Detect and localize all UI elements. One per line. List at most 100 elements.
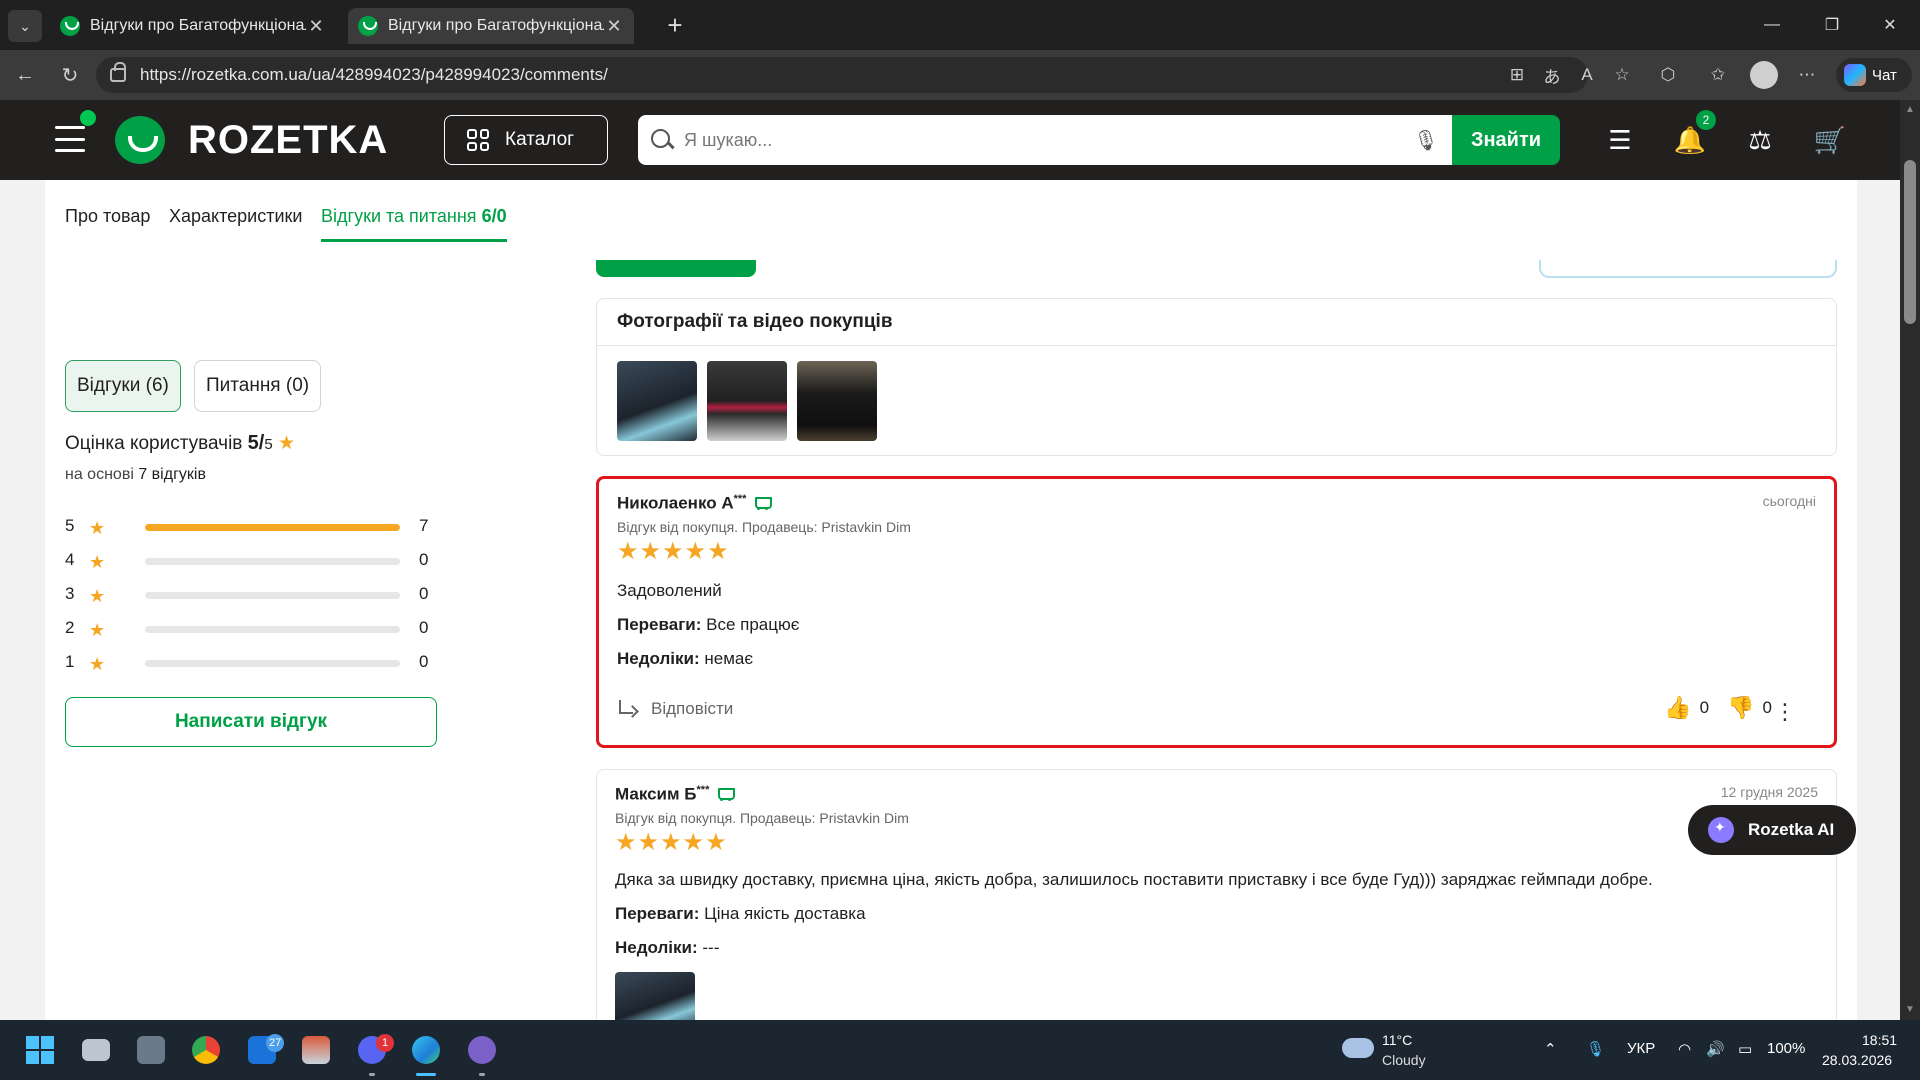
browser-tab-active[interactable]: Відгуки про Багатофункціональна ✕ xyxy=(348,8,634,44)
search-input[interactable] xyxy=(684,117,1406,163)
read-aloud-icon[interactable]: A xyxy=(1574,62,1600,88)
close-tab-icon[interactable]: ✕ xyxy=(306,16,326,37)
chrome-icon[interactable] xyxy=(186,1030,226,1070)
customer-photo[interactable] xyxy=(707,361,787,441)
battery-icon[interactable]: ▭ xyxy=(1738,1040,1752,1058)
scroll-up-icon[interactable]: ▲ xyxy=(1904,104,1916,115)
reply-button[interactable]: Відповісти xyxy=(617,699,733,719)
rating-bar-fill xyxy=(145,524,400,531)
tab-list-button[interactable]: ⌄ xyxy=(8,10,42,42)
thumbs-down-icon[interactable]: 👎 xyxy=(1727,695,1754,721)
back-icon[interactable]: ← xyxy=(10,61,40,89)
translate-icon[interactable]: あ xyxy=(1539,62,1565,88)
rating-max: 5 xyxy=(264,436,273,453)
calculator-icon[interactable] xyxy=(131,1030,171,1070)
compare-scales-icon[interactable]: ⚖ xyxy=(1742,122,1778,158)
scroll-down-icon[interactable]: ▼ xyxy=(1904,1004,1916,1015)
rating-count: 0 xyxy=(419,550,429,569)
windows-start-icon[interactable] xyxy=(20,1030,60,1070)
minimize-icon[interactable]: — xyxy=(1752,10,1792,40)
review-text: Задоволений xyxy=(617,581,722,600)
rating-basis: на основі 7 відгуків xyxy=(65,466,206,484)
customer-photo[interactable] xyxy=(797,361,877,441)
based-on-count: 7 відгуків xyxy=(138,466,206,483)
viber-icon[interactable] xyxy=(462,1030,502,1070)
more-options-icon[interactable]: ⋯ xyxy=(1794,62,1820,88)
favorite-star-icon[interactable]: ☆ xyxy=(1609,62,1635,88)
wifi-icon[interactable]: ◠ xyxy=(1678,1040,1691,1058)
tab-title: Відгуки про Багатофункціональна xyxy=(388,17,604,34)
review-date: сьогодні xyxy=(1762,493,1816,509)
microphone-icon[interactable]: 🎙 xyxy=(1406,117,1446,163)
new-tab-button[interactable]: + xyxy=(660,10,690,40)
write-review-button[interactable]: Написати відгук xyxy=(65,697,437,747)
microphone-tray-icon[interactable]: 🎙 xyxy=(1586,1040,1605,1058)
browser-tab[interactable]: Відгуки про Багатофункціональна ✕ xyxy=(50,8,336,44)
app-available-icon[interactable]: ⊞ xyxy=(1504,62,1530,88)
review-date: 12 грудня 2025 xyxy=(1720,784,1818,800)
copilot-chat-button[interactable]: Чат xyxy=(1836,58,1912,92)
scrollbar-thumb[interactable] xyxy=(1904,160,1916,324)
task-view-icon[interactable] xyxy=(76,1030,116,1070)
language-indicator[interactable]: УКР xyxy=(1627,1040,1655,1057)
questions-pill[interactable]: Питання (0) xyxy=(194,360,322,412)
verified-buyer-icon xyxy=(752,494,773,512)
extensions-icon[interactable]: ⬡ xyxy=(1655,62,1681,88)
rating-stars-number: 2 xyxy=(65,618,75,637)
customer-photo[interactable] xyxy=(617,361,697,441)
clock-date[interactable]: 28.03.2026 xyxy=(1822,1052,1892,1068)
copilot-label: Чат xyxy=(1872,66,1897,84)
discord-icon[interactable]: 1 xyxy=(352,1030,394,1070)
cons-label: Недоліки: xyxy=(617,649,700,668)
page-scrollbar[interactable]: ▲ ▼ xyxy=(1900,100,1920,1020)
tab-specs[interactable]: Характеристики xyxy=(169,206,302,227)
rozetka-favicon-icon xyxy=(358,16,378,36)
find-button[interactable]: Знайти xyxy=(1452,115,1560,165)
reviews-pill[interactable]: Відгуки (6) xyxy=(65,360,181,412)
star-icon: ★ xyxy=(89,552,106,572)
favorites-icon[interactable]: ✩ xyxy=(1705,62,1731,88)
tab-reviews[interactable]: Відгуки та питання 6/0 xyxy=(321,206,507,242)
menu-notification-dot xyxy=(80,110,96,126)
partial-green-button[interactable] xyxy=(596,260,756,277)
tab-title: Відгуки про Багатофункціональна xyxy=(90,17,306,34)
weather-condition[interactable]: Cloudy xyxy=(1382,1052,1426,1068)
show-hidden-icons-chevron-icon[interactable]: ⌃ xyxy=(1544,1040,1557,1058)
logo-text[interactable]: ROZETKA xyxy=(188,118,388,163)
battery-percentage[interactable]: 100% xyxy=(1767,1040,1805,1057)
orders-list-icon[interactable]: ☰ xyxy=(1602,122,1638,158)
cloudy-weather-icon[interactable] xyxy=(1342,1038,1374,1058)
thumbs-up-icon[interactable]: 👍 xyxy=(1664,695,1691,721)
more-vertical-icon[interactable]: ⋮ xyxy=(1774,699,1796,725)
edge-icon[interactable] xyxy=(406,1030,446,1070)
weather-temperature[interactable]: 11°C xyxy=(1382,1032,1412,1048)
profile-avatar[interactable] xyxy=(1750,61,1778,89)
close-window-icon[interactable]: ✕ xyxy=(1870,10,1910,40)
author-name: Максим Б xyxy=(615,784,697,804)
maximize-icon[interactable]: ❐ xyxy=(1812,10,1852,40)
grid-icon xyxy=(467,129,489,151)
rozetka-ai-button[interactable]: Rozetka AI xyxy=(1688,805,1856,855)
rating-bar xyxy=(145,592,400,599)
review-stars: ★★★★★ xyxy=(617,538,730,565)
review-author: Николаенко А*** xyxy=(617,493,773,514)
media-title: Фотографії та відео покупців xyxy=(617,311,893,332)
close-tab-icon[interactable]: ✕ xyxy=(604,16,624,37)
review-cons: Недоліки: --- xyxy=(615,938,719,958)
rating-sidebar: Відгуки (6) Питання (0) Оцінка користува… xyxy=(45,260,585,1020)
outlook-icon[interactable]: 27 xyxy=(242,1030,285,1070)
rating-row: 2 ★ 0 xyxy=(65,618,428,640)
author-name: Николаенко А xyxy=(617,493,734,513)
volume-icon[interactable]: 🔊 xyxy=(1706,1040,1725,1058)
clock-time[interactable]: 18:51 xyxy=(1862,1032,1897,1048)
catalog-button[interactable]: Каталог xyxy=(444,115,608,165)
refresh-icon[interactable]: ↻ xyxy=(55,61,85,89)
store-icon[interactable] xyxy=(296,1030,336,1070)
cart-icon[interactable]: 🛒 xyxy=(1812,122,1848,158)
review-photo[interactable] xyxy=(615,972,695,1020)
menu-icon[interactable] xyxy=(55,126,85,152)
url-field[interactable]: https://rozetka.com.ua/ua/428994023/p428… xyxy=(96,57,1588,93)
rozetka-logo-icon[interactable] xyxy=(115,116,165,164)
tab-about[interactable]: Про товар xyxy=(65,206,150,227)
review-stars: ★★★★★ xyxy=(615,829,728,856)
